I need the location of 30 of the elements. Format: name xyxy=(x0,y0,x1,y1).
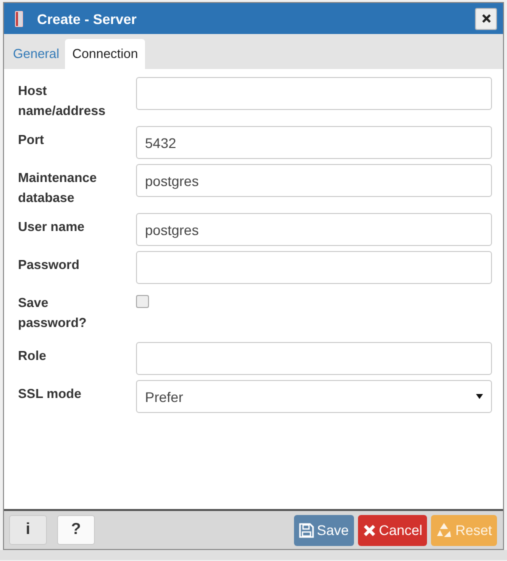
save-button[interactable]: Save xyxy=(294,514,354,546)
field-label: Port xyxy=(18,131,45,149)
field-label: User name xyxy=(18,218,86,236)
input-field[interactable] xyxy=(136,251,492,284)
field-label: Save password? xyxy=(18,294,88,332)
input-field[interactable]: 5432 xyxy=(136,126,492,159)
server-icon xyxy=(15,10,23,26)
caret-icon xyxy=(476,394,483,399)
help-button[interactable]: ? xyxy=(57,515,95,545)
field-label: Maintenance database xyxy=(18,169,98,207)
field-label: Password xyxy=(18,256,80,274)
input-field[interactable] xyxy=(136,77,492,110)
close-icon xyxy=(362,524,376,536)
field-label: SSL mode xyxy=(18,385,82,403)
dropdown[interactable]: Prefer xyxy=(136,380,492,413)
checkbox[interactable] xyxy=(136,295,149,308)
input-field[interactable] xyxy=(136,342,492,375)
cancel-button[interactable]: Cancel xyxy=(358,514,428,546)
recycle-icon xyxy=(436,522,452,538)
close-icon xyxy=(482,14,490,23)
save-icon xyxy=(298,522,314,538)
field-label: Host name/address xyxy=(18,82,106,120)
tab[interactable]: General xyxy=(7,39,66,69)
info-button[interactable]: i xyxy=(9,515,47,545)
field-label: Role xyxy=(18,347,48,365)
input-field[interactable]: postgres xyxy=(136,164,492,197)
tab[interactable]: Connection xyxy=(65,39,146,69)
close-button[interactable] xyxy=(475,8,497,30)
window-title: Create - Server xyxy=(37,10,138,26)
input-field[interactable]: postgres xyxy=(136,213,492,246)
